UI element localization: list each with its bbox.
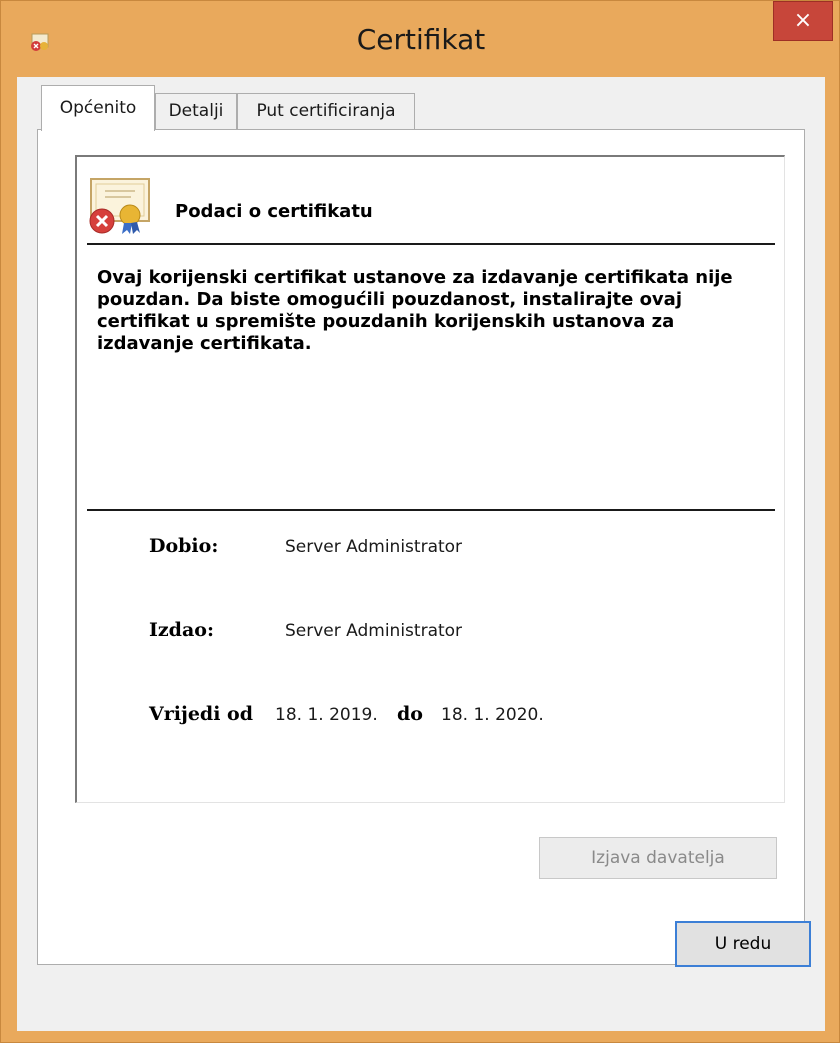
trust-warning-message: Ovaj korijenski certifikat ustanove za i… (97, 267, 733, 354)
issued-to-value: Server Administrator (285, 537, 463, 557)
valid-from-label: Vrijedi od (149, 703, 254, 725)
certificate-invalid-icon (89, 178, 150, 234)
close-icon: × (793, 8, 813, 33)
tab-certification-path[interactable]: Put certificiranja (237, 93, 415, 129)
ok-button[interactable]: U redu (675, 921, 811, 967)
valid-from-value: 18. 1. 2019. (275, 705, 378, 725)
info-heading: Podaci o certifikatu (175, 201, 373, 222)
divider-bottom (87, 509, 775, 511)
valid-to-label: do (397, 703, 423, 725)
title-bar[interactable]: Certifikat × (1, 1, 840, 77)
tab-general[interactable]: Općenito (41, 85, 155, 131)
divider-top (87, 243, 775, 245)
close-button[interactable]: × (773, 1, 833, 41)
valid-to-value: 18. 1. 2020. (441, 705, 544, 725)
issuer-statement-button[interactable]: Izjava davatelja (539, 837, 777, 879)
tab-details[interactable]: Detalji (155, 93, 237, 129)
issued-by-value: Server Administrator (285, 621, 463, 641)
certificate-dialog: Certifikat × Općenito Detalji Put certif… (0, 0, 840, 1043)
issued-to-label: Dobio: (149, 535, 219, 557)
issued-by-label: Izdao: (149, 619, 214, 641)
window-title: Certifikat (356, 23, 486, 56)
